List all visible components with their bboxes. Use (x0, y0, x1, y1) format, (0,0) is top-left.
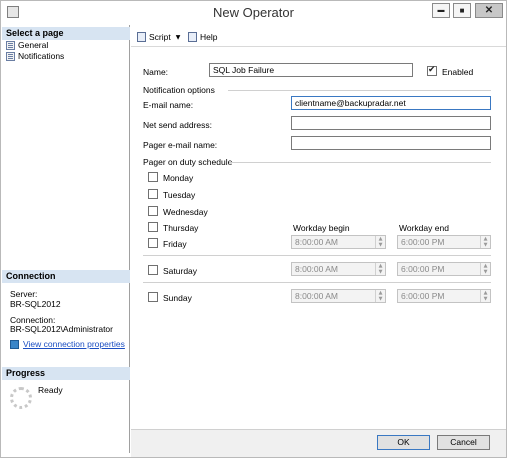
new-operator-dialog: New Operator ▬ ■ ✕ Select a page General… (0, 0, 507, 458)
spin-down-icon[interactable]: ▼ (376, 296, 385, 302)
wednesday-label: Wednesday (163, 207, 208, 217)
close-icon: ✕ (484, 5, 494, 16)
minimize-button[interactable]: ▬ (432, 3, 450, 18)
spin-down-icon[interactable]: ▼ (376, 269, 385, 275)
weekday-end-time[interactable]: 6:00:00 PM ▲ ▼ (397, 235, 491, 249)
sunday-begin-time[interactable]: 8:00:00 AM ▲ ▼ (291, 289, 386, 303)
saturday-begin-time[interactable]: 8:00:00 AM ▲ ▼ (291, 262, 386, 276)
page-icon (6, 41, 15, 50)
script-button[interactable]: Script ▼ (137, 31, 180, 43)
connection-properties-icon (10, 339, 19, 349)
page-icon (6, 52, 15, 61)
sunday-label: Sunday (163, 293, 192, 303)
email-name-label: E-mail name: (143, 100, 194, 110)
weekday-begin-time[interactable]: 8:00:00 AM ▲ ▼ (291, 235, 386, 249)
close-button[interactable]: ✕ (475, 3, 503, 18)
sunday-end-time[interactable]: 6:00:00 PM ▲ ▼ (397, 289, 491, 303)
spin-down-icon[interactable]: ▼ (481, 242, 490, 248)
nav-item-notifications[interactable]: Notifications (6, 51, 64, 62)
thursday-label: Thursday (163, 223, 199, 233)
maximize-button[interactable]: ■ (453, 3, 471, 18)
spinner-buttons: ▲ ▼ (480, 290, 490, 302)
weekday-end-value: 6:00:00 PM (401, 237, 445, 247)
notification-options-heading: Notification options (143, 85, 215, 95)
saturday-checkbox[interactable] (148, 265, 158, 275)
tuesday-checkbox[interactable] (148, 189, 158, 199)
enabled-checkbox[interactable] (427, 65, 437, 76)
chevron-down-icon: ▼ (175, 33, 181, 41)
sunday-begin-value: 8:00:00 AM (295, 291, 339, 301)
thursday-checkbox[interactable] (148, 222, 158, 232)
minimize-icon: ▬ (437, 7, 445, 14)
spinner-buttons: ▲ ▼ (375, 290, 385, 302)
nav-item-label: Notifications (18, 51, 65, 61)
server-label: Server: (10, 289, 38, 299)
saturday-begin-value: 8:00:00 AM (295, 264, 339, 274)
workday-begin-header: Workday begin (293, 223, 350, 233)
row-divider (143, 282, 491, 283)
spin-down-icon[interactable]: ▼ (481, 296, 490, 302)
friday-checkbox[interactable] (148, 238, 158, 248)
friday-label: Friday (163, 239, 187, 249)
nav-item-general[interactable]: General (6, 40, 48, 51)
window-title: New Operator (213, 5, 294, 20)
progress-spinner-icon (10, 387, 32, 409)
monday-label: Monday (163, 173, 194, 183)
sunday-checkbox[interactable] (148, 292, 158, 302)
monday-checkbox[interactable] (148, 172, 158, 182)
net-send-address-input[interactable] (291, 116, 491, 130)
view-connection-properties-link[interactable]: View connection properties (10, 339, 125, 349)
section-divider (229, 162, 491, 163)
section-divider (228, 90, 491, 91)
maximize-icon: ■ (459, 6, 465, 15)
enabled-label: Enabled (442, 67, 474, 77)
spinner-buttons: ▲ ▼ (480, 263, 490, 275)
sunday-end-value: 6:00:00 PM (401, 291, 445, 301)
saturday-end-value: 6:00:00 PM (401, 264, 445, 274)
name-input[interactable] (209, 63, 413, 77)
pager-schedule-heading: Pager on duty schedule (143, 157, 233, 167)
spinner-buttons: ▲ ▼ (375, 263, 385, 275)
nav-item-label: General (18, 40, 49, 50)
weekday-begin-value: 8:00:00 AM (295, 237, 339, 247)
view-connection-properties-label: View connection properties (23, 339, 125, 349)
title-bar: New Operator ▬ ■ ✕ (1, 1, 506, 25)
select-page-header: Select a page (2, 27, 130, 40)
progress-header: Progress (2, 367, 130, 380)
help-icon (188, 32, 197, 42)
net-send-address-label: Net send address: (143, 120, 212, 130)
email-name-input[interactable] (291, 96, 491, 110)
name-label: Name: (143, 67, 169, 77)
help-label: Help (200, 32, 218, 42)
progress-status: Ready (38, 385, 63, 395)
server-value: BR-SQL2012 (10, 299, 61, 309)
tuesday-label: Tuesday (163, 190, 196, 200)
spinner-buttons: ▲ ▼ (480, 236, 490, 248)
left-panel: Select a page General Notifications Conn… (2, 25, 130, 453)
spinner-buttons: ▲ ▼ (375, 236, 385, 248)
script-icon (137, 32, 146, 42)
workday-end-header: Workday end (399, 223, 449, 233)
help-button[interactable]: Help (188, 31, 217, 43)
spin-down-icon[interactable]: ▼ (376, 242, 385, 248)
connection-value: BR-SQL2012\Administrator (10, 324, 113, 334)
cancel-button[interactable]: Cancel (437, 435, 490, 450)
saturday-end-time[interactable]: 6:00:00 PM ▲ ▼ (397, 262, 491, 276)
pager-email-name-input[interactable] (291, 136, 491, 150)
toolbar-divider (131, 46, 506, 47)
wednesday-checkbox[interactable] (148, 206, 158, 216)
row-divider (143, 255, 491, 256)
connection-header: Connection (2, 270, 130, 283)
pager-email-name-label: Pager e-mail name: (143, 140, 218, 150)
spin-down-icon[interactable]: ▼ (481, 269, 490, 275)
dialog-button-bar: OK Cancel (131, 429, 506, 457)
main-panel: Script ▼ Help Name: Enabled Notification… (131, 25, 506, 429)
saturday-label: Saturday (163, 266, 198, 276)
script-label: Script (149, 32, 171, 42)
ok-button[interactable]: OK (377, 435, 430, 450)
